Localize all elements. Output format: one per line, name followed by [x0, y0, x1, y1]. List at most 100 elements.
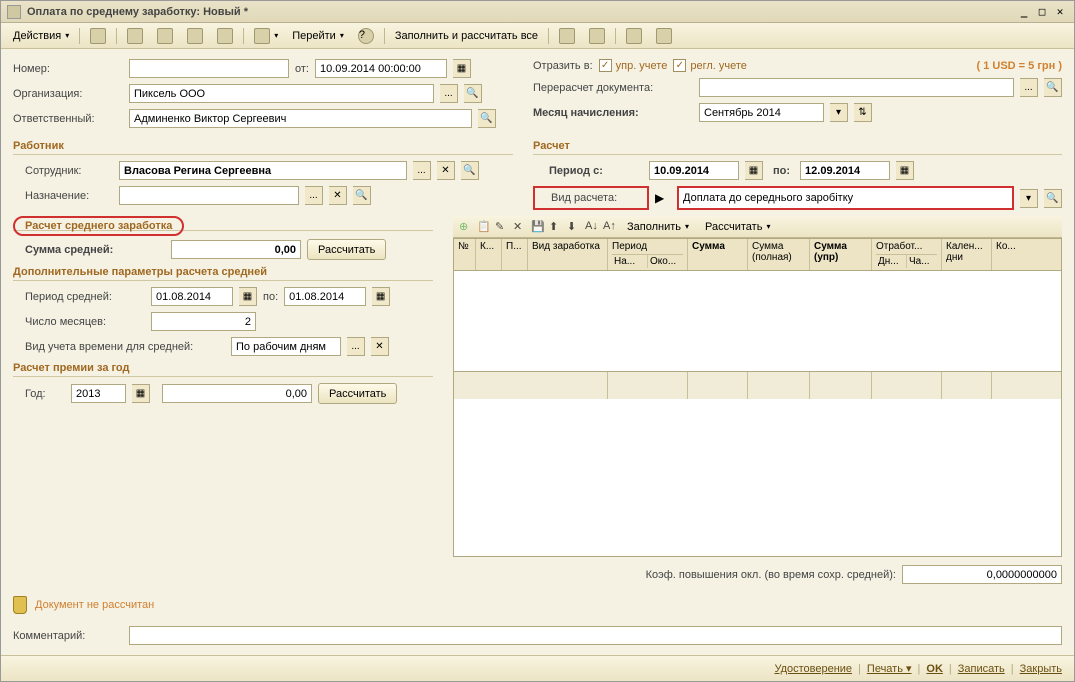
avg-period-to-picker[interactable]: ▦	[372, 287, 390, 306]
bonus-year-input[interactable]	[71, 384, 126, 403]
month-dropdown-button[interactable]: ▾	[830, 103, 848, 122]
bonus-calc-button[interactable]: Рассчитать	[318, 383, 397, 404]
calc-type-dropdown[interactable]: ▾	[1020, 189, 1038, 208]
grid-body[interactable]	[454, 271, 1061, 371]
avg-calc-button[interactable]: Рассчитать	[307, 239, 386, 260]
period-to-picker[interactable]: ▦	[896, 161, 914, 180]
calc-type-input[interactable]	[679, 188, 1012, 208]
avg-period-from-picker[interactable]: ▦	[239, 287, 257, 306]
sort-desc-icon[interactable]: A↑	[603, 220, 617, 234]
upr-checkbox[interactable]: ✓упр. учете	[599, 59, 668, 72]
actions-menu[interactable]: Действия	[7, 28, 75, 44]
col-sum[interactable]: Сумма	[688, 239, 748, 270]
toolbar-icon-2[interactable]	[121, 26, 149, 46]
avg-months-input[interactable]	[151, 312, 256, 331]
avg-period-from-input[interactable]	[151, 287, 233, 306]
worker-section-title: Работник	[13, 140, 513, 155]
save-button[interactable]: Записать	[958, 663, 1005, 675]
grid-fill-button[interactable]: Заполнить	[621, 219, 695, 235]
recalc-input[interactable]	[699, 78, 1014, 97]
employee-input[interactable]	[119, 161, 407, 180]
bonus-year-picker[interactable]: ▦	[132, 384, 150, 403]
save-row-icon[interactable]: 💾	[531, 220, 545, 234]
avg-time-type-input[interactable]	[231, 337, 341, 356]
up-icon[interactable]: ⬆	[549, 220, 563, 234]
bonus-sum-input[interactable]	[162, 384, 312, 403]
avg-sum-input[interactable]	[171, 240, 301, 259]
toolbar-icon-7[interactable]	[553, 26, 581, 46]
close-link[interactable]: Закрыть	[1020, 663, 1062, 675]
avg-time-type-select[interactable]: ...	[347, 337, 365, 356]
upr-checkbox-label: упр. учете	[616, 60, 668, 72]
employee-clear-button[interactable]: ✕	[437, 161, 455, 180]
date-picker-button[interactable]: ▦	[453, 59, 471, 78]
number-input[interactable]	[129, 59, 289, 78]
help-button[interactable]: ?	[352, 26, 380, 46]
col-cal[interactable]: Кален... дни	[942, 239, 992, 270]
copy-row-icon[interactable]: 📋	[477, 220, 491, 234]
resp-search-button[interactable]: 🔍	[478, 109, 496, 128]
col-worked[interactable]: Отработ... Дн...Ча...	[872, 239, 942, 270]
toolbar-icon-6[interactable]	[248, 26, 284, 46]
down-icon[interactable]: ⬇	[567, 220, 581, 234]
org-search-button[interactable]: 🔍	[464, 84, 482, 103]
add-icon[interactable]: ⊕	[459, 220, 473, 234]
maximize-button[interactable]: □	[1034, 5, 1050, 19]
toolbar-icon-10[interactable]	[650, 26, 678, 46]
main-toolbar: Действия Перейти ? Заполнить и рассчитат…	[1, 23, 1074, 49]
toolbar-icon-9[interactable]	[620, 26, 648, 46]
copy-icon	[187, 28, 203, 44]
employee-search-button[interactable]: 🔍	[461, 161, 479, 180]
employee-select-button[interactable]: ...	[413, 161, 431, 180]
sort-asc-icon[interactable]: A↓	[585, 220, 599, 234]
goto-menu[interactable]: Перейти	[286, 28, 350, 44]
print-link[interactable]: Печать ▾	[867, 662, 912, 675]
calc-type-label-highlight: Вид расчета:	[533, 186, 649, 210]
calc-type-search[interactable]: 🔍	[1044, 189, 1062, 208]
org-select-button[interactable]: ...	[440, 84, 458, 103]
org-input[interactable]	[129, 84, 434, 103]
col-sum-upr[interactable]: Сумма (упр)	[810, 239, 872, 270]
edit-icon[interactable]: ✎	[495, 220, 509, 234]
toolbar-icon-4[interactable]	[181, 26, 209, 46]
col-n[interactable]: №	[454, 239, 476, 270]
resp-input[interactable]	[129, 109, 472, 128]
col-p[interactable]: П...	[502, 239, 528, 270]
col-k[interactable]: К...	[476, 239, 502, 270]
coef-input[interactable]	[902, 565, 1062, 584]
toolbar-icon-5[interactable]	[211, 26, 239, 46]
delete-icon[interactable]: ✕	[513, 220, 527, 234]
comment-input[interactable]	[129, 626, 1062, 645]
toolbar-icon-1[interactable]	[84, 26, 112, 46]
close-button[interactable]: ✕	[1052, 5, 1068, 19]
assignment-clear-button[interactable]: ✕	[329, 186, 347, 205]
avg-time-type-clear[interactable]: ✕	[371, 337, 389, 356]
month-input[interactable]	[699, 103, 824, 122]
ok-button[interactable]: OK	[926, 663, 943, 675]
col-sum-full[interactable]: Сумма (полная)	[748, 239, 810, 270]
recalc-select-button[interactable]: ...	[1020, 78, 1038, 97]
from-date-input[interactable]	[315, 59, 447, 78]
minimize-button[interactable]: _	[1016, 5, 1032, 19]
grid-calc-button[interactable]: Рассчитать	[699, 219, 776, 235]
toolbar-icon-8[interactable]	[583, 26, 611, 46]
col-vid[interactable]: Вид заработка	[528, 239, 608, 270]
fill-calc-all-button[interactable]: Заполнить и рассчитать все	[389, 28, 544, 44]
certificate-link[interactable]: Удостоверение	[774, 663, 852, 675]
avg-period-to-input[interactable]	[284, 287, 366, 306]
avg-months-label: Число месяцев:	[25, 316, 145, 328]
assignment-input[interactable]	[119, 186, 299, 205]
month-spinner-button[interactable]: ⇅	[854, 103, 872, 122]
assignment-select-button[interactable]: ...	[305, 186, 323, 205]
period-to-input[interactable]	[800, 161, 890, 180]
regl-checkbox[interactable]: ✓регл. учете	[673, 59, 747, 72]
col-ko[interactable]: Ко...	[992, 239, 1061, 270]
recalc-search-button[interactable]: 🔍	[1044, 78, 1062, 97]
col-worked-label: Отработ...	[876, 241, 937, 252]
toolbar-icon-3[interactable]	[151, 26, 179, 46]
col-period[interactable]: Период На...Око...	[608, 239, 688, 270]
period-from-input[interactable]	[649, 161, 739, 180]
assignment-search-button[interactable]: 🔍	[353, 186, 371, 205]
period-from-picker[interactable]: ▦	[745, 161, 763, 180]
grid-icon	[589, 28, 605, 44]
